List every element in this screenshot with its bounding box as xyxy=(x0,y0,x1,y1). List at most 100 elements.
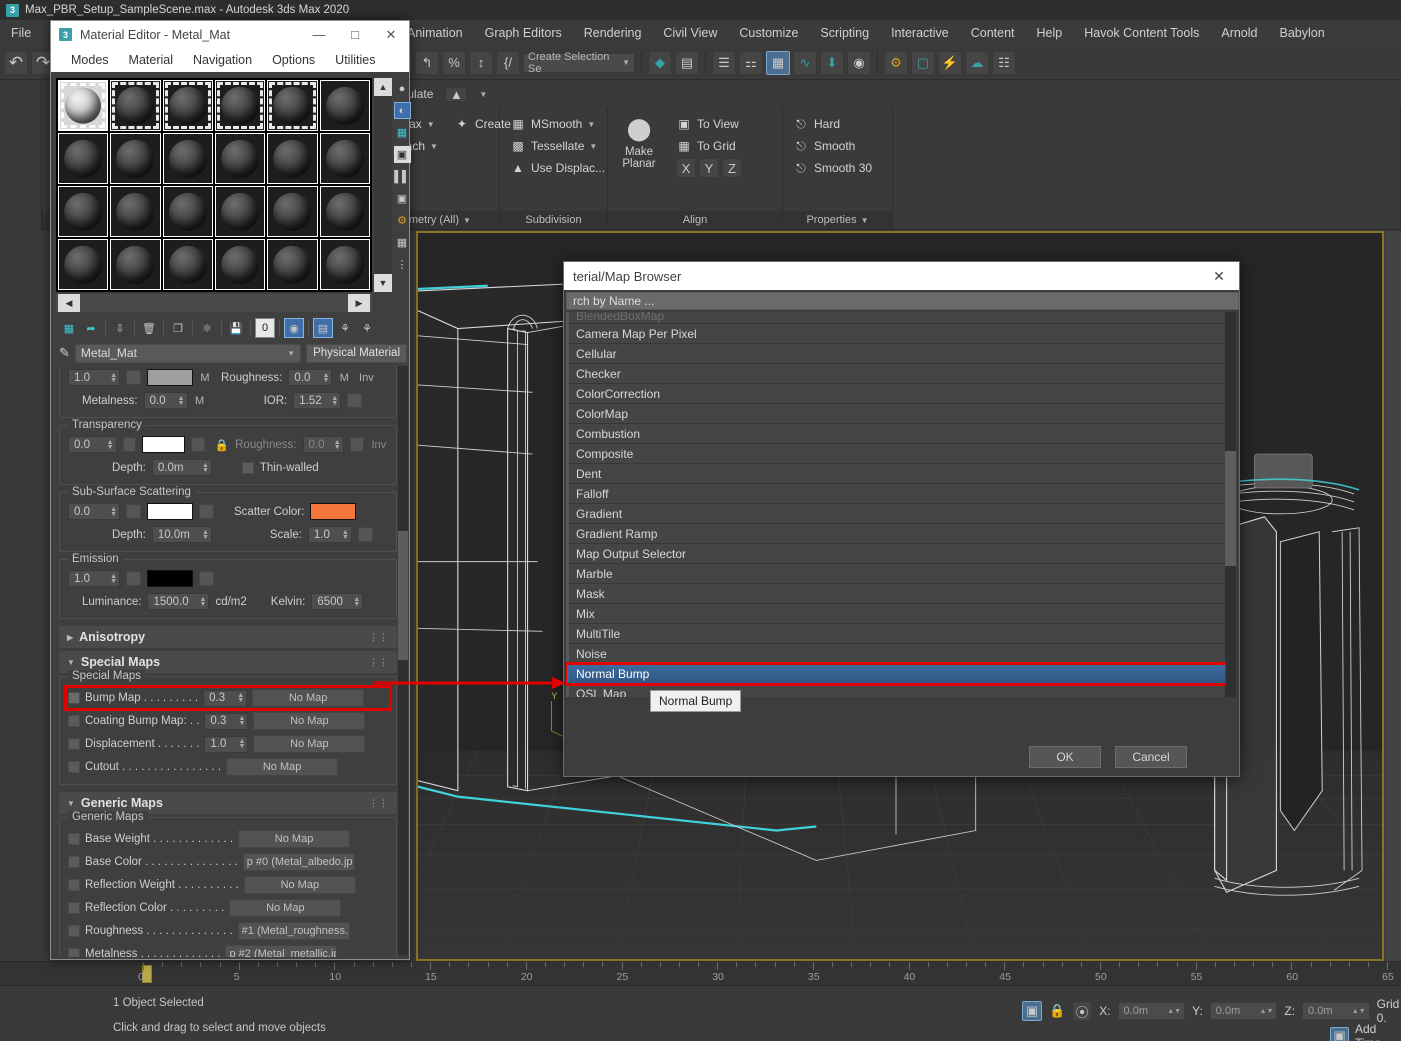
sample-slot[interactable] xyxy=(110,133,161,184)
video-color-check-icon[interactable]: ▌▌ xyxy=(394,168,411,185)
y-coord-input[interactable]: 0.0m ▲▼ xyxy=(1209,1002,1278,1020)
list-item[interactable]: MultiTile xyxy=(566,624,1226,644)
close-icon[interactable]: ✕ xyxy=(373,21,409,48)
sss-map-button[interactable] xyxy=(126,504,141,519)
me-menu-utilities[interactable]: Utilities xyxy=(325,51,385,69)
align-icon[interactable]: ▤ xyxy=(675,50,699,75)
transparency-roughness-spinner[interactable]: 0.0 ▲ ▼ xyxy=(302,436,344,453)
sample-slot[interactable] xyxy=(110,80,161,131)
cutout-map-slot-button[interactable]: No Map xyxy=(226,758,339,776)
roughness-map-checkbox[interactable] xyxy=(68,925,80,937)
sample-slot[interactable] xyxy=(267,239,318,290)
ribbon-button-smooth[interactable]: ⎋ Smooth xyxy=(789,136,876,156)
scatter-color-swatch[interactable] xyxy=(310,503,357,520)
align-col[interactable]: ▣ To View ▦ To Grid X Y Z xyxy=(672,114,743,178)
put-to-library-icon[interactable]: 💾 xyxy=(226,318,246,338)
metalness-map-slot-button[interactable]: p #2 (Metal_metallic.jp xyxy=(225,945,338,957)
list-item[interactable]: Falloff xyxy=(566,484,1226,504)
map-list-scrollbar[interactable] xyxy=(1225,312,1236,697)
generic-map-row-metalness[interactable]: Metalness . . . . . . . . . . . . . p #2… xyxy=(68,945,388,957)
undo-icon[interactable]: ↶ xyxy=(4,50,28,75)
render-production-icon[interactable]: ⚡ xyxy=(938,50,962,75)
material-type-button[interactable]: Physical Material xyxy=(306,343,407,363)
sss-color-swatch[interactable] xyxy=(147,503,193,520)
ior-spinner[interactable]: 1.52 ▲ ▼ xyxy=(293,392,342,409)
named-selection-set-combo[interactable]: Create Selection Se ▼ xyxy=(523,51,635,75)
chevron-down-icon[interactable]: ▼ xyxy=(67,658,75,667)
me-menu-modes[interactable]: Modes xyxy=(61,51,119,69)
thin-walled-checkbox[interactable] xyxy=(241,461,254,474)
list-item[interactable]: Gradient xyxy=(566,504,1226,524)
reset-map-material-icon[interactable]: 🗑 xyxy=(139,318,159,338)
displacement-map-checkbox[interactable] xyxy=(68,738,80,750)
list-item[interactable]: Map Output Selector xyxy=(566,544,1226,564)
emission-spinner[interactable]: 1.0 ▲ ▼ xyxy=(68,570,120,587)
ior-map-button[interactable] xyxy=(347,393,363,408)
list-item[interactable]: ColorMap xyxy=(566,404,1226,424)
ribbon-toggle-icon[interactable]: ▦ xyxy=(766,50,790,75)
spinner-snap-icon[interactable]: ↕ xyxy=(469,50,493,75)
ok-button[interactable]: OK xyxy=(1029,746,1101,768)
ribbon-button-smooth-30[interactable]: ⎋ Smooth 30 xyxy=(789,158,876,178)
emission-color-map-button[interactable] xyxy=(199,571,214,586)
open-render-gallery-icon[interactable]: ☷ xyxy=(992,50,1016,75)
material-editor-scrollbar[interactable] xyxy=(398,366,408,955)
map-browser-title-bar[interactable]: terial/Map Browser ✕ xyxy=(564,262,1239,290)
go-forward-to-sibling-icon[interactable]: ⚘ xyxy=(357,318,377,338)
isolate-selection-icon[interactable]: ⦿ xyxy=(1072,1001,1093,1021)
ribbon-button-msmooth[interactable]: ▦ MSmooth ▼ xyxy=(506,114,609,134)
background-checker-icon[interactable]: ▦ xyxy=(394,124,411,141)
map-browser-search-input[interactable]: rch by Name ... xyxy=(566,292,1239,310)
menu-item-file[interactable]: File xyxy=(0,23,42,43)
me-menu-material[interactable]: Material xyxy=(119,51,183,69)
base-weight-map-button[interactable] xyxy=(126,370,141,385)
menu-item-babylon[interactable]: Babylon xyxy=(1269,23,1336,43)
material-editor-menu-bar[interactable]: Modes Material Navigation Options Utilit… xyxy=(51,48,409,72)
transparency-lock-icon[interactable]: 🔒 xyxy=(215,438,229,452)
displacement-amount-spinner[interactable]: 1.0 ▲ ▼ xyxy=(204,735,249,753)
ribbon-button-use-displacement[interactable]: ▲ Use Displac... xyxy=(506,158,609,178)
command-panel[interactable] xyxy=(1386,231,1401,961)
ribbon-button-tessellate[interactable]: ▩ Tessellate ▼ xyxy=(506,136,609,156)
show-end-result-icon[interactable]: ▤ xyxy=(313,318,333,338)
ribbon-panel-properties[interactable]: ⎋ Hard ⎋ Smooth ⎋ Smooth 30 Properties ▼ xyxy=(783,108,893,229)
emission-map-button[interactable] xyxy=(126,571,141,586)
list-item[interactable]: Mix xyxy=(566,604,1226,624)
metalness-ior-row[interactable]: Metalness: 0.0 ▲ ▼ M IOR: 1.52 ▲ ▼ xyxy=(68,392,388,409)
menu-item-interactive[interactable]: Interactive xyxy=(880,23,960,43)
sss-color-map-button[interactable] xyxy=(199,504,214,519)
sample-slot[interactable] xyxy=(267,186,318,237)
sss-depth-row[interactable]: Depth: 10.0m ▲ ▼ Scale: 1.0 ▲ ▼ xyxy=(68,526,388,543)
menu-item-civil-view[interactable]: Civil View xyxy=(652,23,728,43)
spinner-arrows-icon[interactable]: ▲▼ xyxy=(104,439,114,451)
get-material-icon[interactable]: ▦ xyxy=(59,318,79,338)
metalness-spinner[interactable]: 0.0 ▲ ▼ xyxy=(143,392,188,409)
spinner-arrows-icon[interactable]: ▲▼ xyxy=(339,529,349,541)
material-id-channel-icon[interactable]: ⋮ xyxy=(394,256,411,273)
emission-luminance-row[interactable]: Luminance: 1500.0 ▲ ▼ cd/m2 Kelvin: 6500 … xyxy=(68,593,388,610)
make-unique-icon[interactable]: ⚛ xyxy=(197,318,217,338)
scroll-down-icon[interactable]: ▼ xyxy=(374,274,392,292)
material-parameters-scroll-area[interactable]: 1.0 ▲ ▼ M Roughness: 0.0 ▲ ▼ M Inv Metalne… xyxy=(59,366,397,957)
grip-dots-icon[interactable]: ⋮⋮ xyxy=(369,798,389,809)
material-editor-window[interactable]: 3 Material Editor - Metal_Mat — □ ✕ Mode… xyxy=(50,20,411,960)
list-item[interactable]: Camera Map Per Pixel xyxy=(566,324,1226,344)
show-shaded-material-in-viewport-icon[interactable]: ◉ xyxy=(284,318,304,338)
sample-slot[interactable] xyxy=(319,186,370,237)
x-coord-input[interactable]: 0.0m ▲▼ xyxy=(1117,1002,1186,1020)
list-item[interactable]: Checker xyxy=(566,364,1226,384)
schematic-view-icon[interactable]: ⬇ xyxy=(820,50,844,75)
make-planar-label[interactable]: Make Planar xyxy=(622,146,655,170)
transparency-color-map-button[interactable] xyxy=(190,437,205,452)
put-material-to-scene-icon[interactable]: ➦ xyxy=(81,318,101,338)
sample-slot[interactable] xyxy=(58,186,109,237)
spinner-arrows-icon[interactable]: ▲▼ xyxy=(319,372,329,384)
assign-material-to-selection-icon[interactable]: ⇩ xyxy=(110,318,130,338)
bump-map-amount-spinner[interactable]: 0.3 ▲ ▼ xyxy=(203,689,248,707)
grip-dots-icon[interactable]: ⋮⋮ xyxy=(369,632,389,643)
menu-item-scripting[interactable]: Scripting xyxy=(809,23,880,43)
spinner-arrows-icon[interactable]: ▲▼ xyxy=(107,573,117,585)
sample-slot[interactable] xyxy=(162,186,213,237)
sample-slot-vertical-scroll[interactable]: ▲ ▼ xyxy=(374,78,392,292)
transparency-map-button[interactable] xyxy=(122,437,137,452)
